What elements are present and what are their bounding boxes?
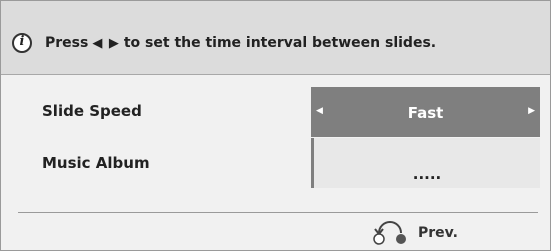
info-text-after: to set the time interval between slides. — [123, 35, 437, 51]
slide-speed-label: Slide Speed — [42, 102, 142, 120]
music-album-value: ..... — [412, 165, 442, 183]
music-album-selector[interactable]: ..... — [311, 138, 540, 188]
music-album-label: Music Album — [42, 154, 150, 172]
slide-speed-selector[interactable]: ◀ Fast ▶ — [311, 87, 540, 137]
info-icon-glyph: i — [19, 34, 25, 49]
settings-panel: i Press ◀ ▶ to set the time interval betwe… — [0, 0, 551, 251]
return-icon — [373, 221, 406, 245]
prev-button[interactable]: Prev. — [371, 219, 471, 247]
right-arrow-icon[interactable]: ▶ — [528, 106, 535, 116]
info-text-before: Press — [45, 35, 89, 51]
left-right-arrows-icon: ◀ ▶ — [92, 36, 120, 51]
info-icon: i — [12, 33, 32, 53]
info-text: Press ◀ ▶ to set the time interval between… — [45, 35, 436, 51]
info-bar: i Press ◀ ▶ to set the time interval betwe… — [1, 1, 550, 75]
prev-label: Prev. — [418, 225, 458, 241]
slide-speed-value: Fast — [407, 104, 444, 122]
footer-divider — [18, 212, 538, 213]
